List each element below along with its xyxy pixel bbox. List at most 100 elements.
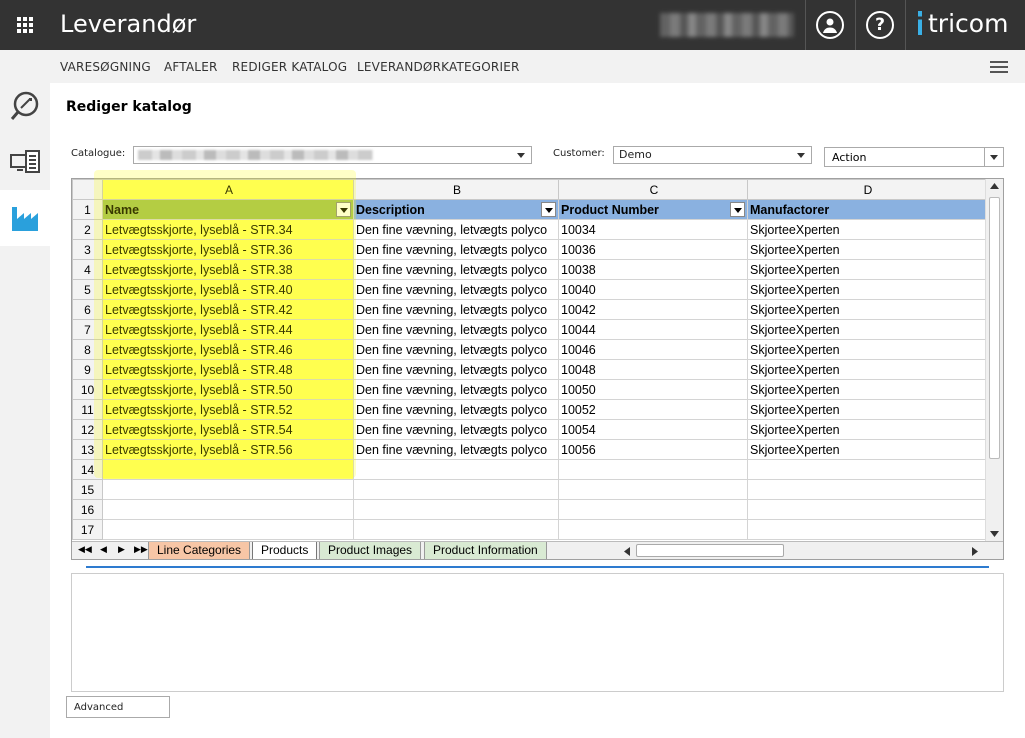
nav-item-aftaler[interactable]: AFTALER	[164, 60, 218, 74]
vertical-scrollbar[interactable]	[985, 179, 1003, 541]
table-cell[interactable]: SkjorteeXperten	[747, 319, 987, 340]
table-cell[interactable]: Den fine vævning, letvægts polyco	[353, 319, 559, 340]
table-cell[interactable]	[558, 499, 748, 520]
table-cell[interactable]: 10040	[558, 279, 748, 300]
table-cell[interactable]	[558, 519, 748, 540]
table-cell[interactable]: 10038	[558, 259, 748, 280]
nav-item-leverandorkategorier[interactable]: LEVERANDØRKATEGORIER	[357, 60, 520, 74]
hamburger-menu-icon[interactable]	[990, 61, 1008, 73]
highlight-overlay	[94, 170, 356, 478]
nav-item-rediger-katalog[interactable]: REDIGER KATALOG	[232, 60, 347, 74]
table-cell[interactable]: SkjorteeXperten	[747, 399, 987, 420]
tab-product-information[interactable]: Product Information	[424, 542, 547, 559]
column-letter[interactable]: C	[558, 179, 748, 200]
table-cell[interactable]: 10034	[558, 219, 748, 240]
table-cell[interactable]: Den fine vævning, letvægts polyco	[353, 359, 559, 380]
catalog-icon[interactable]	[0, 134, 50, 190]
table-cell[interactable]	[353, 519, 559, 540]
table-cell[interactable]	[558, 479, 748, 500]
table-cell[interactable]: Den fine vævning, letvægts polyco	[353, 219, 559, 240]
table-cell[interactable]: 10052	[558, 399, 748, 420]
prev-sheet-icon[interactable]: ◀	[100, 545, 107, 555]
tab-products[interactable]: Products	[252, 542, 318, 559]
header-cell-product-number[interactable]: Product Number	[558, 199, 748, 220]
sheet-tabs-bar: ◀◀ ◀ ▶ ▶▶ Line Categories Products Produ…	[72, 541, 1003, 559]
table-cell[interactable]	[102, 479, 354, 500]
horizontal-scrollbar[interactable]	[624, 544, 984, 558]
table-cell[interactable]: 10044	[558, 319, 748, 340]
table-cell[interactable]	[558, 459, 748, 480]
table-cell[interactable]	[102, 519, 354, 540]
table-cell[interactable]: 10054	[558, 419, 748, 440]
table-cell[interactable]: SkjorteeXperten	[747, 359, 987, 380]
table-cell[interactable]: SkjorteeXperten	[747, 279, 987, 300]
factory-icon[interactable]	[0, 190, 50, 246]
nav-item-varesogning[interactable]: VARESØGNING	[60, 60, 151, 74]
table-cell[interactable]: SkjorteeXperten	[747, 239, 987, 260]
table-cell[interactable]: 10056	[558, 439, 748, 460]
table-cell[interactable]: Den fine vævning, letvægts polyco	[353, 379, 559, 400]
scroll-right-icon[interactable]	[972, 547, 978, 556]
scroll-left-icon[interactable]	[624, 547, 630, 556]
table-cell[interactable]: Den fine vævning, letvægts polyco	[353, 339, 559, 360]
detail-panel[interactable]	[71, 573, 1004, 692]
row-number[interactable]: 16	[72, 499, 103, 520]
filter-dropdown-icon[interactable]	[541, 202, 556, 217]
scroll-down-icon[interactable]	[990, 531, 999, 537]
row-number[interactable]: 15	[72, 479, 103, 500]
tab-product-images[interactable]: Product Images	[319, 542, 422, 559]
next-sheet-icon[interactable]: ▶	[118, 545, 125, 555]
table-cell[interactable]: Den fine vævning, letvægts polyco	[353, 299, 559, 320]
table-cell[interactable]: Den fine vævning, letvægts polyco	[353, 279, 559, 300]
table-cell[interactable]	[747, 459, 987, 480]
row-number[interactable]: 17	[72, 519, 103, 540]
table-cell[interactable]: 10046	[558, 339, 748, 360]
user-icon[interactable]	[816, 11, 844, 39]
table-cell[interactable]: SkjorteeXperten	[747, 259, 987, 280]
table-cell[interactable]: Den fine vævning, letvægts polyco	[353, 439, 559, 460]
table-cell[interactable]: 10042	[558, 299, 748, 320]
sidebar	[0, 50, 50, 738]
table-cell[interactable]: SkjorteeXperten	[747, 339, 987, 360]
last-sheet-icon[interactable]: ▶▶	[134, 545, 148, 555]
customer-select[interactable]: Demo	[613, 146, 812, 164]
table-cell[interactable]	[747, 519, 987, 540]
action-select[interactable]: Action	[824, 147, 1004, 167]
table-cell[interactable]: Den fine vævning, letvægts polyco	[353, 419, 559, 440]
first-sheet-icon[interactable]: ◀◀	[78, 545, 92, 555]
filter-dropdown-icon[interactable]	[730, 202, 745, 217]
tricom-logo: tricom	[918, 9, 1008, 38]
table-cell[interactable]: SkjorteeXperten	[747, 219, 987, 240]
table-cell[interactable]	[102, 499, 354, 520]
scrollbar-thumb[interactable]	[989, 197, 1000, 459]
catalogue-select[interactable]	[133, 146, 532, 164]
column-letter[interactable]: B	[353, 179, 559, 200]
table-cell[interactable]	[353, 499, 559, 520]
table-cell[interactable]	[353, 479, 559, 500]
table-cell[interactable]	[747, 499, 987, 520]
table-cell[interactable]: 10036	[558, 239, 748, 260]
tab-line-categories[interactable]: Line Categories	[148, 542, 251, 559]
apps-grid-icon[interactable]	[17, 17, 33, 33]
table-cell[interactable]	[747, 479, 987, 500]
table-cell[interactable]: SkjorteeXperten	[747, 379, 987, 400]
table-cell[interactable]: 10050	[558, 379, 748, 400]
action-dropdown-button[interactable]	[984, 148, 1003, 166]
header-cell-description[interactable]: Description	[353, 199, 559, 220]
table-cell[interactable]	[353, 459, 559, 480]
header-cell-manufactorer[interactable]: Manufactorer	[747, 199, 987, 220]
scroll-up-icon[interactable]	[990, 183, 999, 189]
table-cell[interactable]: Den fine vævning, letvægts polyco	[353, 259, 559, 280]
table-cell[interactable]: SkjorteeXperten	[747, 299, 987, 320]
chevron-down-icon	[990, 155, 998, 160]
help-icon[interactable]: ?	[866, 11, 894, 39]
table-cell[interactable]: Den fine vævning, letvægts polyco	[353, 239, 559, 260]
table-cell[interactable]: Den fine vævning, letvægts polyco	[353, 399, 559, 420]
advanced-button[interactable]: Advanced	[66, 696, 170, 718]
table-cell[interactable]: 10048	[558, 359, 748, 380]
scrollbar-thumb[interactable]	[636, 544, 784, 557]
table-cell[interactable]: SkjorteeXperten	[747, 439, 987, 460]
search-icon[interactable]	[0, 78, 50, 134]
table-cell[interactable]: SkjorteeXperten	[747, 419, 987, 440]
column-letter[interactable]: D	[747, 179, 987, 200]
